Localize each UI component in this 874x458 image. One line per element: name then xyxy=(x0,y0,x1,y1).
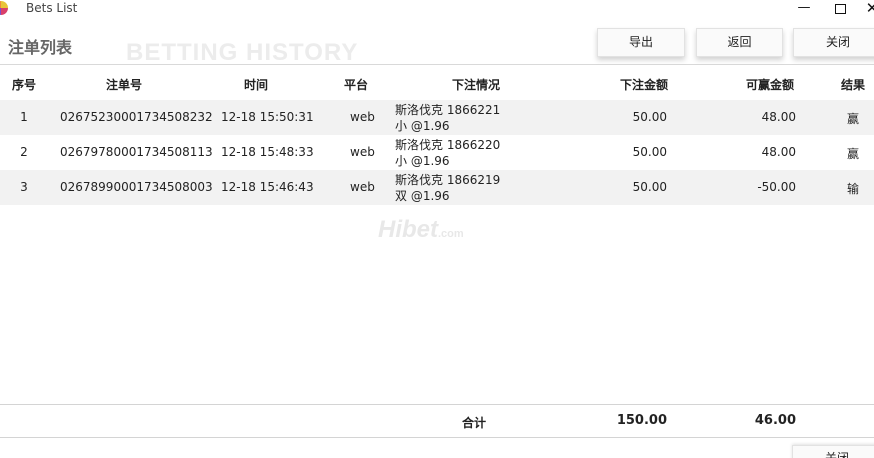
column-header-bet-no: 注单号 xyxy=(106,78,143,92)
maximize-button[interactable] xyxy=(826,0,854,18)
betting-history-watermark: BETTING HISTORY xyxy=(126,39,359,66)
row-amount: 50.00 xyxy=(632,180,667,194)
minimize-button[interactable]: — xyxy=(790,0,818,18)
page-header: 注单列表 BETTING HISTORY 导出 返回 关闭 xyxy=(0,20,874,66)
row-index: 3 xyxy=(20,180,28,194)
total-label: 合计 xyxy=(462,416,487,430)
app-logo-icon xyxy=(0,1,8,15)
row-result: 输 xyxy=(847,182,860,196)
totals-footer: 合计 150.00 46.00 xyxy=(0,404,874,438)
column-header-result: 结果 xyxy=(841,78,866,92)
brand-watermark-suffix: .com xyxy=(438,228,464,240)
row-time: 12-18 15:50:31 xyxy=(221,110,314,124)
row-bet-no: 02678990001734508003 xyxy=(60,180,213,194)
row-bet-no: 02675230001734508232 xyxy=(60,110,213,124)
column-header-index: 序号 xyxy=(12,78,37,92)
row-platform: web xyxy=(350,180,375,194)
maximize-icon xyxy=(834,4,846,14)
row-bet-no: 02679780001734508113 xyxy=(60,145,213,159)
row-amount: 50.00 xyxy=(632,145,667,159)
column-header-time: 时间 xyxy=(244,78,269,92)
brand-watermark: Hibet.com xyxy=(378,216,464,244)
table-row[interactable]: 3 02678990001734508003 12-18 15:46:43 we… xyxy=(0,170,874,205)
table-header: 序号 注单号 时间 平台 下注情况 下注金额 可赢金额 结果 xyxy=(0,66,874,100)
row-details: 斯洛伐克 1866221 小 @1.96 xyxy=(395,102,500,134)
row-result: 赢 xyxy=(847,112,860,126)
export-button[interactable]: 导出 xyxy=(597,28,685,57)
row-result: 赢 xyxy=(847,147,860,161)
row-winnable: 48.00 xyxy=(761,110,796,124)
row-details: 斯洛伐克 1866219 双 @1.96 xyxy=(395,172,500,204)
back-button[interactable]: 返回 xyxy=(696,28,783,57)
window-titlebar: Bets List — ✕ xyxy=(0,0,874,20)
row-detail-match: 斯洛伐克 1866220 xyxy=(395,138,501,152)
row-detail-match: 斯洛伐克 1866221 xyxy=(395,103,501,117)
row-winnable: 48.00 xyxy=(761,145,796,159)
row-platform: web xyxy=(350,110,375,124)
column-header-details: 下注情况 xyxy=(452,78,501,92)
column-header-amount: 下注金额 xyxy=(620,78,669,92)
window-title: Bets List xyxy=(26,1,78,15)
page-title: 注单列表 xyxy=(8,38,73,57)
close-button[interactable]: 关闭 xyxy=(793,28,874,57)
table-row[interactable]: 2 02679780001734508113 12-18 15:48:33 we… xyxy=(0,135,874,170)
row-index: 1 xyxy=(20,110,28,124)
row-index: 2 xyxy=(20,145,28,159)
row-winnable: -50.00 xyxy=(757,180,796,194)
brand-watermark-text: Hibet xyxy=(378,216,438,243)
bottom-close-button[interactable]: 关闭 xyxy=(792,445,874,458)
table-row[interactable]: 1 02675230001734508232 12-18 15:50:31 we… xyxy=(0,100,874,135)
row-platform: web xyxy=(350,145,375,159)
column-header-platform: 平台 xyxy=(344,78,369,92)
row-amount: 50.00 xyxy=(632,110,667,124)
row-time: 12-18 15:46:43 xyxy=(221,180,314,194)
window-close-button[interactable]: ✕ xyxy=(858,0,874,18)
row-time: 12-18 15:48:33 xyxy=(221,145,314,159)
row-detail-match: 斯洛伐克 1866219 xyxy=(395,173,501,187)
row-detail-pick: 小 @1.96 xyxy=(395,119,450,133)
row-detail-pick: 双 @1.96 xyxy=(395,189,450,203)
column-header-winnable: 可赢金额 xyxy=(746,78,795,92)
total-winnable: 46.00 xyxy=(754,413,796,428)
row-detail-pick: 小 @1.96 xyxy=(395,154,450,168)
total-amount: 150.00 xyxy=(616,413,667,428)
row-details: 斯洛伐克 1866220 小 @1.96 xyxy=(395,137,500,169)
